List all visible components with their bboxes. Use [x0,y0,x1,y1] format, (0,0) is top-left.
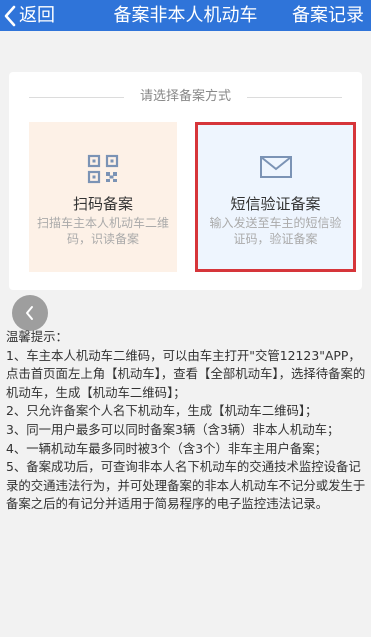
tip-item: 5、备案成功后，可查询非本人名下机动车的交通技术监控设备记录的交通违法行为，并可… [6,459,366,512]
top-navbar: 返回 备案非本人机动车 备案记录 [0,0,371,31]
divider-right [247,97,342,98]
tips-section: 温馨提示： 1、车主本人机动车二维码，可以由车主打开"交管12123"APP，点… [6,328,366,514]
back-button[interactable]: 返回 [0,0,55,31]
tip-item: 4、一辆机动车最多同时被3个（含3个）非车主用户备案； [6,440,328,456]
qr-code-icon [87,154,119,184]
scan-code-title: 扫码备案 [72,195,133,213]
scan-code-desc: 扫描车主本人机动车二维码，识读备案 [36,216,169,246]
chevron-left-icon [26,306,33,320]
envelope-icon [259,156,292,178]
records-button[interactable]: 备案记录 [292,0,364,31]
tip-item: 2、只允许备案个人名下机动车，生成【机动车二维码】； [6,403,318,419]
tip-item: 3、同一用户最多可以同时备案3辆（含3辆）非本人机动车； [6,421,340,437]
sms-verify-title: 短信验证备案 [230,195,321,213]
sms-verify-desc: 输入发送至车主的短信验证码，验证备案 [209,216,342,246]
tip-item: 1、车主本人机动车二维码，可以由车主打开"交管12123"APP，点击首页面左上… [6,347,366,400]
chevron-left-icon [4,5,16,26]
scan-code-option[interactable]: 扫码备案 扫描车主本人机动车二维码，识读备案 [29,122,177,272]
tips-title: 温馨提示： [6,329,68,344]
filing-method-card: 请选择备案方式 扫码备案 扫描车主本人机动车二维码，识读备案 短信验证备案 输入… [9,72,362,290]
sms-verify-option[interactable]: 短信验证备案 输入发送至车主的短信验证码，验证备案 [195,122,356,272]
floating-back-button[interactable] [12,295,48,331]
back-label: 返回 [19,5,55,26]
